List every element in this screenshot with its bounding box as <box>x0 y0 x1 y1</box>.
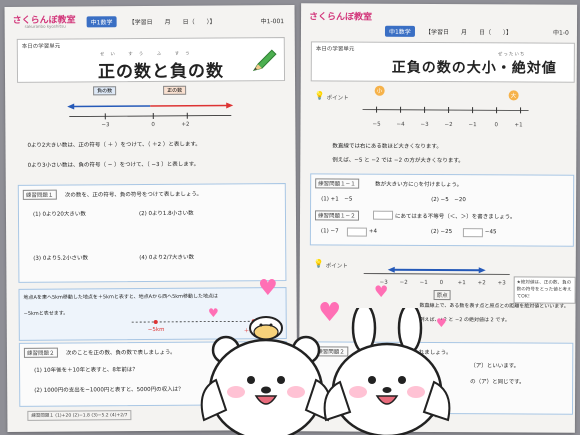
tick-label: +3 <box>497 280 506 287</box>
point-label: ポイント <box>325 263 348 270</box>
header-date: 【学習日 月 日（ ）】 <box>128 18 216 27</box>
tick-label: +2 <box>477 280 486 287</box>
heart-icon: ♥ <box>374 282 389 301</box>
answer-footer: 練習問題１ (1)+20 (2)−1.8 (3)−5.2 (4)+2/7 <box>27 410 132 421</box>
lightbulb-icon: 💡 <box>313 259 324 269</box>
exercise-1-2-title: 練習問題１−２ <box>314 210 359 221</box>
explain-line-1: 0より2大きい数は、正の符号（ ＋ ）をつけて、（ ＋2 ）と表します。 <box>27 141 201 149</box>
bear-sticker <box>200 316 332 435</box>
exercise-2-title: 練習問題２ <box>23 347 58 358</box>
logo-subtitle: sakuranbo kyoshitsu <box>24 23 66 29</box>
answer-box[interactable] <box>372 210 394 220</box>
exercise-1-instruction: 次の数を、正の符号、負の符号をつけて表しましょう。 <box>64 191 203 199</box>
exercise-2-q1: (1) 10年後を＋10年と表すと、8年前は？ <box>34 367 138 374</box>
positive-label: 正の数 <box>163 85 187 95</box>
lightbulb-icon: 💡 <box>314 91 325 101</box>
question-1: (1) 0より20大きい数 <box>32 211 86 218</box>
tick-label: 0 <box>494 122 499 129</box>
negative-label: 負の数 <box>93 86 117 96</box>
question-2: (2) 0より1.8小さい数 <box>138 210 194 218</box>
number-line <box>67 102 234 120</box>
unit-label: 本日の学習単元 <box>21 43 61 50</box>
pencil-icon <box>252 49 277 72</box>
example-text-2: −5kmと表せます。 <box>23 310 69 317</box>
tick-label: 0 <box>151 121 155 128</box>
heart-icon: ♥ <box>258 276 278 301</box>
title-box: 本日の学習単元 せい すう ふ すう 正の数と負の数 <box>16 37 286 83</box>
tick-label: +1 <box>457 280 466 287</box>
exercise-1-1-title: 練習問題１−１ <box>315 178 359 189</box>
exercise-1-2-a: (1) −7 <box>320 228 339 235</box>
grade-tag: 中1数学 <box>86 16 117 28</box>
header-code: 中1-0 <box>552 29 569 37</box>
question-3: (3) 0より5.2小さい数 <box>33 255 88 262</box>
exercise-2-b: の（ア）と同じです。 <box>470 379 525 386</box>
rabbit-sticker <box>323 308 451 435</box>
exercise-2-q2: (2) 1000円の支出を−1000円と表すと、5000円の収入は？ <box>34 386 184 394</box>
exercise-1-box: 練習問題１−１ 数が大きい方に○を付けましょう。 (1) +1 −5 (2) −… <box>309 173 575 247</box>
logo: さくらんぼ教室 <box>309 12 373 23</box>
tick-label: −2 <box>399 279 408 286</box>
page-title: 正負の数の大小・絶対値 <box>391 59 557 77</box>
tick-label: −5 <box>372 121 381 128</box>
tick-label: −1 <box>468 122 477 129</box>
exercise-1-1-a: (1) +1 −5 <box>321 196 353 203</box>
exercise-1-title: 練習問題１ <box>22 189 57 200</box>
title-box: 本日の学習単元 ぜったいち 正負の数の大小・絶対値 <box>310 41 575 83</box>
absolute-value-note: ★絶対値は、正の数、負の数の符号をとった値と考えてOK！ <box>513 276 576 304</box>
tick-label: +1 <box>514 122 523 129</box>
exercise-2-instruction: 次のことを正の数、負の数で表しましょう。 <box>65 349 176 357</box>
small-label: 小 <box>374 85 385 96</box>
header-date: 【学習日 月 日（ ）】 <box>424 28 513 37</box>
tick-label: −3 <box>420 121 429 128</box>
unit-label: 本日の学習単元 <box>315 46 355 53</box>
exercise-1-1-b: (2) −5 −20 <box>431 196 466 204</box>
answer-box[interactable] <box>346 227 367 237</box>
mark-minus-5km: −5km <box>147 326 165 334</box>
exercise-1-2-b: (2) −25 <box>430 228 453 236</box>
grade-tag: 中1数学 <box>384 25 415 37</box>
exercise-1-box: 練習問題１ 次の数を、正の符号、負の符号をつけて表しましょう。 (1) 0より2… <box>17 183 287 283</box>
exercise-1-2-a2: +4 <box>368 228 378 235</box>
example-text: 地点Aを東へ5km移動した地点を＋5kmと表すと、地点Aから西へ5km移動した地… <box>23 293 219 301</box>
tick-label: −1 <box>419 279 428 286</box>
exercise-2-a: （ア）といいます。 <box>470 363 520 370</box>
tick-label: −3 <box>101 122 110 129</box>
exercise-1-2-b2: −45 <box>484 229 497 236</box>
tick-label: −2 <box>444 122 453 129</box>
tick-label: −4 <box>396 121 405 128</box>
exercise-1-1-instruction: 数が大きい方に○を付けましょう。 <box>375 181 463 189</box>
tick-label: +2 <box>181 121 190 128</box>
answer-box[interactable] <box>462 228 483 238</box>
tick-label: 0 <box>439 280 444 287</box>
point-label: ポイント <box>326 95 349 102</box>
question-4: (4) 0より2/7大きい数 <box>139 254 195 262</box>
origin-label: 原点 <box>433 289 451 301</box>
point-text-1: 数直線では右にある数ほど大きくなります。 <box>332 143 442 151</box>
header-code: 中1-001 <box>260 18 285 26</box>
page-title: 正の数と負の数 <box>97 61 225 83</box>
number-line <box>362 106 529 114</box>
explain-line-2: 0より3小さい数は、負の符号（ − ）をつけて、（ −3 ）と表します。 <box>27 161 200 169</box>
point-text-2: 例えば、−5 と −2 では −2 の方が大きくなります。 <box>332 157 464 165</box>
exercise-1-2-instruction: にあてはまる不等号（＜、＞）を書きましょう。 <box>394 213 516 221</box>
